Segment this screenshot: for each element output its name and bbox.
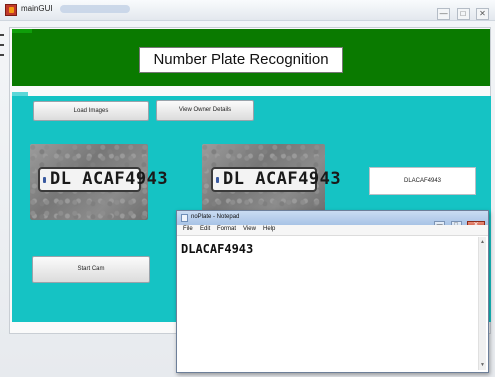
scroll-down-arrow-icon[interactable]: ▼ — [480, 362, 485, 368]
notepad-window: noPlate - Notepad — □ ✕ File Edit Format… — [176, 210, 489, 373]
scroll-up-arrow-icon[interactable]: ▲ — [480, 239, 485, 245]
start-cam-button[interactable]: Start Cam — [32, 256, 150, 283]
menu-file[interactable]: File — [183, 226, 193, 232]
input-plate-image: DL ACAF4943 — [30, 144, 168, 220]
notepad-content: DLACAF4943 — [181, 242, 254, 256]
load-images-button[interactable]: Load Images — [33, 101, 149, 121]
menu-help[interactable]: Help — [263, 226, 275, 232]
matlab-app-icon — [5, 4, 17, 16]
recognized-plate-output: DLACAF4943 — [369, 167, 476, 195]
window-title: mainGUI — [21, 4, 53, 13]
window-controls: — □ ✕ — [435, 3, 489, 21]
menu-edit[interactable]: Edit — [200, 226, 210, 232]
notepad-titlebar[interactable]: noPlate - Notepad — □ ✕ — [177, 211, 488, 230]
notepad-icon — [181, 214, 188, 222]
menu-view[interactable]: View — [243, 226, 256, 232]
banner-panel-tab — [12, 29, 32, 33]
close-button[interactable]: ✕ — [476, 8, 489, 20]
menu-format[interactable]: Format — [217, 226, 236, 232]
notepad-menubar: File Edit Format View Help — [177, 225, 488, 236]
window-titlebar[interactable]: mainGUI — □ ✕ — [0, 0, 495, 21]
minimize-button[interactable]: — — [437, 8, 451, 20]
processed-plate-image: DL ACAF4943 — [202, 144, 341, 214]
notepad-vertical-scrollbar[interactable]: ▲ ▼ — [478, 237, 486, 370]
maximize-button[interactable]: □ — [456, 8, 470, 20]
blurred-title-text — [60, 5, 130, 13]
view-owner-details-button[interactable]: View Owner Details — [156, 100, 254, 121]
left-edge-markers — [0, 26, 6, 66]
plate-text: DL ACAF4943 — [38, 167, 168, 192]
app-title: Number Plate Recognition — [139, 47, 343, 73]
notepad-text-area[interactable]: DLACAF4943 — [181, 237, 478, 370]
notepad-title: noPlate - Notepad — [191, 214, 240, 220]
plate-text: DL ACAF4943 — [211, 167, 341, 192]
